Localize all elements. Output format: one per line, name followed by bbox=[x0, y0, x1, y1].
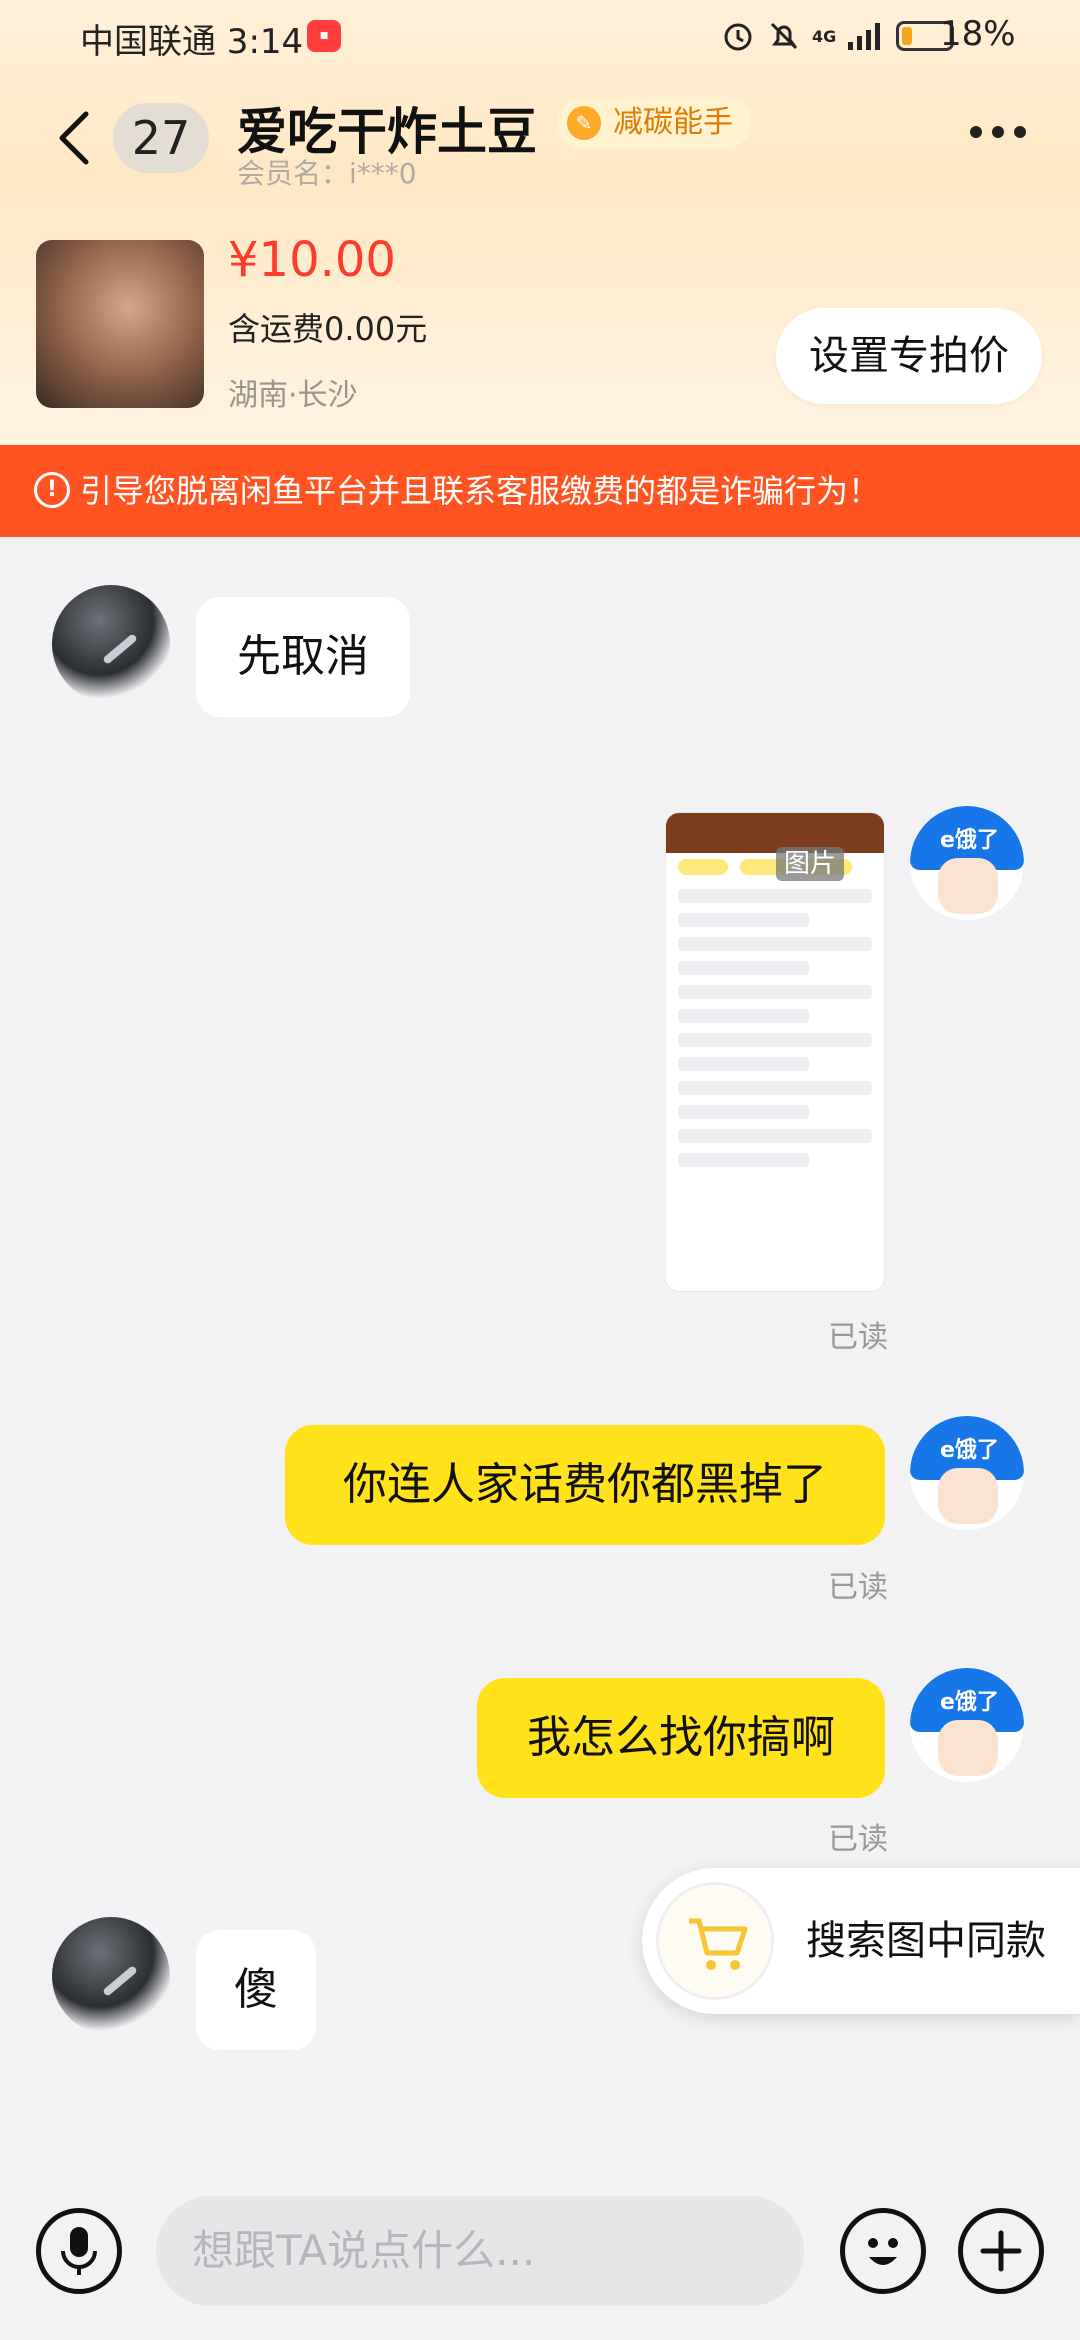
image-message[interactable]: 图片 bbox=[665, 812, 885, 1292]
search-same-item-button[interactable]: 搜索图中同款 bbox=[642, 1868, 1080, 2014]
fraud-warning-banner: ! 引导您脱离闲鱼平台并且联系客服缴费的都是诈骗行为！ bbox=[0, 445, 1080, 537]
mute-bell-icon bbox=[770, 22, 798, 50]
app-notification-icon: ■ bbox=[307, 20, 341, 52]
read-receipt: 已读 bbox=[828, 1320, 888, 1355]
warning-text: 引导您脱离闲鱼平台并且联系客服缴费的都是诈骗行为！ bbox=[80, 472, 881, 510]
battery-percent: 18% bbox=[940, 14, 1016, 54]
image-tag: 图片 bbox=[776, 847, 845, 881]
emoji-button[interactable] bbox=[840, 2208, 926, 2294]
avatar-self[interactable]: e饿了 bbox=[910, 806, 1024, 920]
warning-icon: ! bbox=[34, 472, 70, 508]
cart-icon-circle bbox=[656, 1882, 774, 2000]
alarm-icon bbox=[724, 23, 752, 51]
message-bubble[interactable]: 先取消 bbox=[196, 597, 410, 717]
message-bubble[interactable]: 我怎么找你搞啊 bbox=[477, 1678, 885, 1798]
product-price: ¥10.00 bbox=[228, 232, 396, 288]
product-image[interactable] bbox=[36, 240, 204, 408]
microphone-icon bbox=[61, 2227, 97, 2275]
badge-label: 减碳能手 bbox=[613, 105, 733, 140]
carrier-time: 中国联通 3:14 bbox=[80, 22, 304, 62]
network-type: 4G bbox=[812, 26, 837, 46]
message-bubble[interactable]: 傻 bbox=[196, 1930, 316, 2050]
input-bar: 想跟TA说点什么... bbox=[0, 2190, 1080, 2340]
more-actions-button[interactable] bbox=[958, 2208, 1044, 2294]
status-icons: 4G bbox=[720, 16, 955, 56]
product-location: 湖南·长沙 bbox=[228, 378, 358, 413]
unread-count-badge[interactable]: 27 bbox=[113, 103, 209, 173]
carbon-badge[interactable]: ✎ 减碳能手 bbox=[557, 98, 751, 148]
voice-button[interactable] bbox=[36, 2208, 122, 2294]
avatar-other[interactable] bbox=[52, 585, 170, 703]
set-special-price-button[interactable]: 设置专拍价 bbox=[776, 308, 1042, 404]
status-bar: 中国联通 3:14 ■ 4G 18% bbox=[0, 0, 1080, 74]
plus-icon bbox=[980, 2230, 1022, 2272]
cart-icon bbox=[689, 1918, 748, 1970]
leaf-icon: ✎ bbox=[567, 106, 601, 140]
message-input[interactable]: 想跟TA说点什么... bbox=[156, 2196, 804, 2306]
read-receipt: 已读 bbox=[828, 1822, 888, 1857]
search-same-label: 搜索图中同款 bbox=[806, 1918, 1046, 1964]
more-options-icon[interactable] bbox=[970, 126, 1026, 138]
signal-icon bbox=[848, 23, 881, 50]
avatar-other[interactable] bbox=[52, 1917, 170, 2035]
read-receipt: 已读 bbox=[828, 1570, 888, 1605]
smiley-icon bbox=[868, 2238, 898, 2265]
shipping-fee: 含运费0.00元 bbox=[228, 310, 428, 348]
message-bubble[interactable]: 你连人家话费你都黑掉了 bbox=[285, 1425, 885, 1545]
avatar-self[interactable]: e饿了 bbox=[910, 1416, 1024, 1530]
back-arrow-icon[interactable] bbox=[50, 108, 100, 168]
member-name: 会员名：i***0 bbox=[237, 157, 417, 190]
avatar-self[interactable]: e饿了 bbox=[910, 1668, 1024, 1782]
